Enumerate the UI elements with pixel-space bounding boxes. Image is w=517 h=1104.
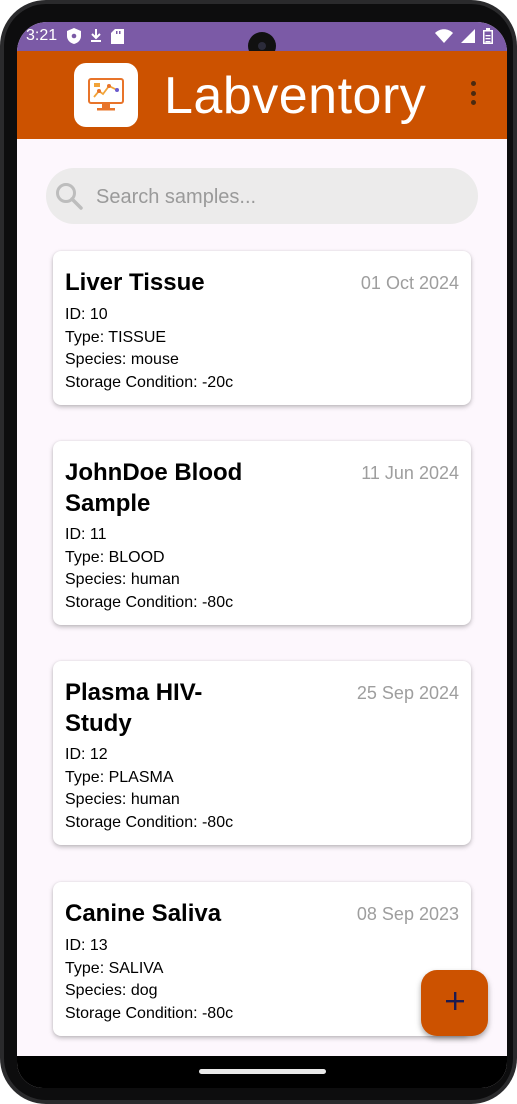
search-input[interactable]	[94, 168, 468, 226]
sample-title: Canine Saliva	[65, 900, 222, 927]
sample-species: Species: human	[65, 791, 180, 808]
signal-icon	[461, 29, 475, 48]
add-sample-button[interactable]	[421, 970, 488, 1036]
battery-icon	[483, 28, 493, 49]
sample-card[interactable]: Canine Saliva 08 Sep 2023 ID: 13 Type: S…	[53, 882, 471, 1036]
sample-card[interactable]: Plasma HIV-Study 25 Sep 2024 ID: 12 Type…	[53, 661, 471, 845]
download-icon	[90, 29, 102, 48]
sample-type: Type: TISSUE	[65, 328, 167, 346]
shield-icon	[67, 28, 81, 49]
app-screen: 3:21 Labventory Search samples... Liver …	[17, 22, 507, 1088]
sample-card[interactable]: JohnDoe Blood Sample 11 Jun 2024 ID: 11 …	[53, 441, 471, 625]
sample-details: ID: 13 Type: SALIVA Species: dog Storage…	[65, 935, 233, 1025]
status-icons-left	[67, 28, 124, 49]
sample-id: ID: 12	[65, 746, 108, 763]
status-icons-right	[435, 28, 493, 49]
navigation-bar	[17, 1056, 507, 1088]
sample-species: Species: dog	[65, 982, 158, 999]
sample-title: Plasma HIV-Study	[65, 679, 203, 737]
plus-icon	[445, 991, 465, 1016]
sample-id: ID: 11	[65, 526, 107, 543]
sample-storage: Storage Condition: -80c	[65, 813, 234, 831]
status-time: 3:21	[26, 27, 58, 44]
sample-id: ID: 10	[65, 306, 108, 323]
sample-species: Species: mouse	[65, 351, 179, 368]
lab-monitor-logo-icon	[74, 63, 138, 127]
sample-storage: Storage Condition: -80c	[65, 593, 234, 611]
app-bar: Labventory	[17, 51, 507, 139]
sample-details: ID: 12 Type: PLASMA Species: human Stora…	[65, 744, 233, 834]
sample-title: JohnDoe Blood Sample	[65, 459, 243, 517]
sample-details: ID: 11 Type: BLOOD Species: human Storag…	[65, 524, 233, 614]
wifi-icon	[435, 29, 453, 48]
home-indicator[interactable]	[199, 1069, 326, 1074]
sample-title: Liver Tissue	[65, 269, 205, 296]
device-frame: 3:21 Labventory Search samples... Liver …	[0, 0, 517, 1104]
status-bar: 3:21	[17, 22, 507, 60]
more-vert-icon[interactable]	[467, 81, 479, 105]
sample-date: 08 Sep 2023	[356, 904, 459, 924]
sample-storage: Storage Condition: -80c	[65, 1004, 234, 1022]
sample-date: 01 Oct 2024	[360, 273, 459, 293]
sample-details: ID: 10 Type: TISSUE Species: mouse Stora…	[65, 304, 233, 394]
sd-card-icon	[111, 28, 124, 49]
search-icon	[55, 182, 83, 215]
sample-species: Species: human	[65, 571, 180, 588]
sample-date: 25 Sep 2024	[356, 683, 459, 703]
sample-storage: Storage Condition: -20c	[65, 373, 234, 391]
sample-id: ID: 13	[65, 937, 108, 954]
sample-type: Type: SALIVA	[65, 959, 164, 977]
device-bezel: 3:21 Labventory Search samples... Liver …	[4, 4, 513, 1100]
sample-type: Type: BLOOD	[65, 548, 165, 566]
sample-date: 11 Jun 2024	[361, 463, 459, 483]
sample-card[interactable]: Liver Tissue 01 Oct 2024 ID: 10 Type: TI…	[53, 251, 471, 405]
sample-type: Type: PLASMA	[65, 768, 174, 786]
search-bar[interactable]	[46, 168, 478, 226]
app-title: Labventory	[164, 67, 427, 125]
